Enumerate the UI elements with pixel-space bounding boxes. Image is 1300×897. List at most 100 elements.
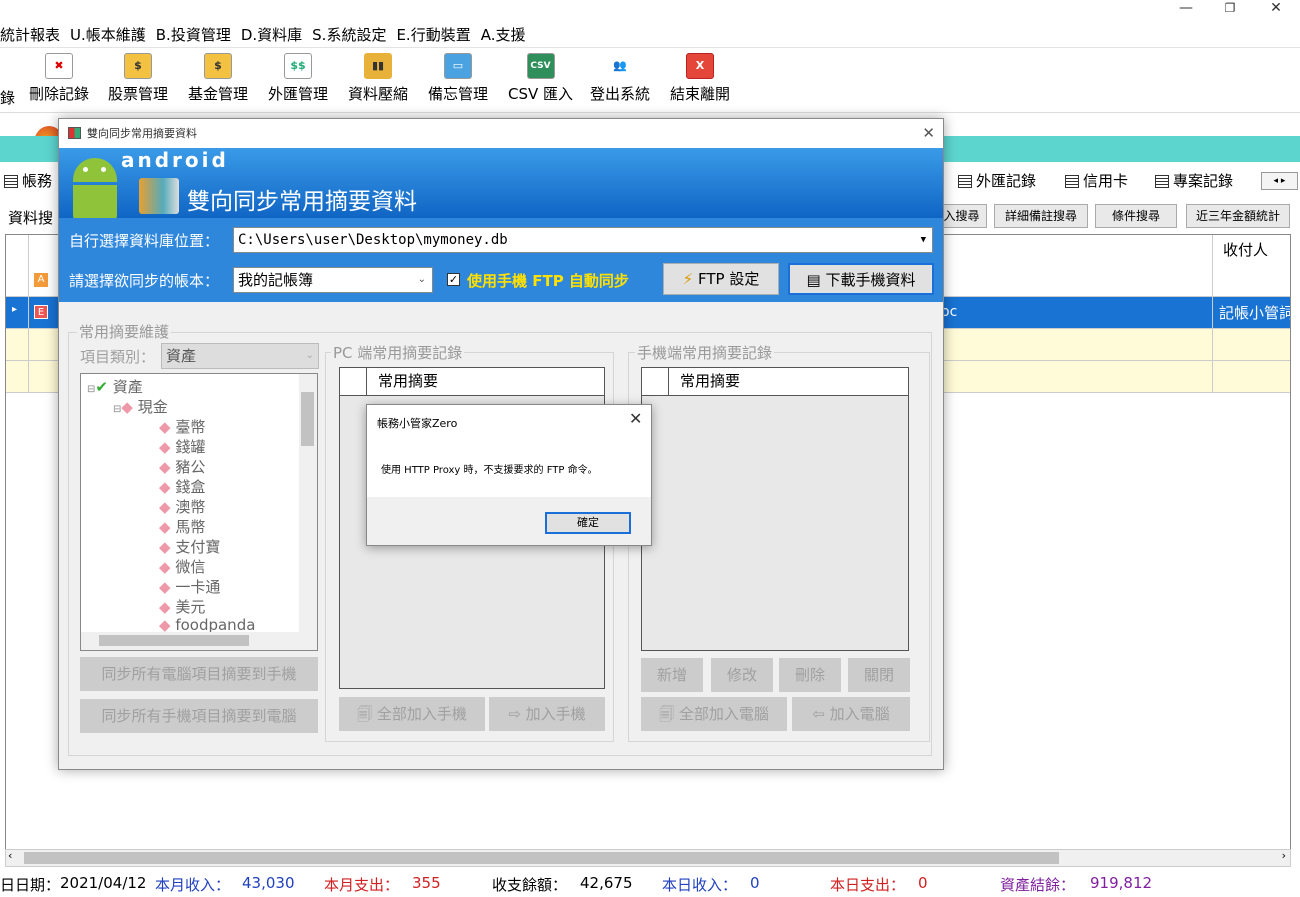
delete-button[interactable]: 刪除 (779, 658, 841, 692)
tree-node[interactable]: ◆ 豬公 (159, 456, 205, 477)
add-all-to-pc-button[interactable]: 🗐 全部加入電腦 (641, 697, 787, 731)
logout-button[interactable]: 👥 登出系統 (590, 53, 650, 104)
db-path-combo[interactable]: C:\Users\user\Desktop\mymoney.db ▼ (233, 227, 933, 253)
category-label: 項目類別： (80, 348, 156, 366)
csv-import-button[interactable]: CSV CSV 匯入 (508, 53, 573, 104)
add-all-to-phone-button[interactable]: 🗐 全部加入手機 (339, 697, 485, 731)
scroll-thumb[interactable] (24, 852, 1059, 864)
sync-pc-to-phone-button[interactable]: 同步所有電腦項目摘要到手機 (80, 657, 318, 691)
close-button[interactable]: 關閉 (848, 658, 910, 692)
menu-bar: 統計報表 U.帳本維護 B.投資管理 D.資料庫 S.系統設定 E.行動裝置 A.支援 (0, 20, 1300, 48)
chevron-down-icon: ▼ (920, 235, 926, 245)
status-bar: 日日期： 2021/04/12 本月收入： 43,030 本月支出： 355 收… (0, 872, 1300, 897)
maximize-button[interactable]: ❐ (1207, 0, 1253, 20)
tab-forex[interactable]: 外匯記錄 (954, 168, 1036, 195)
toolbar-partial-button[interactable]: 錄 (0, 87, 15, 108)
android-robot-icon (67, 158, 123, 218)
alert-close-button[interactable]: ✕ (629, 409, 642, 428)
fund-icon: $ (204, 53, 232, 79)
chevron-down-icon: ⌄ (417, 274, 426, 285)
menu-support[interactable]: A.支援 (481, 20, 536, 45)
tree-vscrollbar[interactable] (299, 374, 317, 632)
copy-icon: 🗐 (659, 705, 679, 723)
alert-message: 使用 HTTP Proxy 時，不支援要求的 FTP 命令。 (381, 465, 598, 476)
auto-sync-label[interactable]: 使用手機 FTP 自動同步 (467, 270, 629, 291)
row-payee: 記帳小管詞 (1212, 297, 1290, 328)
ok-button[interactable]: 確定 (545, 512, 631, 534)
alert-footer: 確定 (367, 497, 651, 545)
col-summary-header[interactable]: 常用摘要 (340, 368, 604, 396)
minimize-button[interactable]: — (1163, 0, 1209, 20)
new-button[interactable]: 新增 (641, 658, 703, 692)
ftp-settings-button[interactable]: ⚡ FTP 設定 (663, 263, 779, 295)
tree-node[interactable]: ◆ 美元 (159, 596, 205, 617)
error-alert-dialog: 帳務小管家Zero ✕ 使用 HTTP Proxy 時，不支援要求的 FTP 命… (366, 404, 652, 546)
memo-button[interactable]: ▭ 備忘管理 (428, 53, 488, 104)
tab-projects[interactable]: 專案記錄 (1151, 168, 1233, 195)
col-summary-header[interactable]: 常用摘要 (642, 368, 908, 396)
stock-button[interactable]: $ 股票管理 (108, 53, 168, 104)
three-year-stats-button[interactable]: 近三年金額統計 (1186, 204, 1290, 228)
menu-invest[interactable]: B.投資管理 (156, 20, 241, 45)
tree-node[interactable]: ◆ 支付寶 (159, 536, 220, 557)
auto-sync-checkbox[interactable]: ✓ (447, 273, 460, 286)
month-expense-value: 355 (412, 874, 441, 892)
list-icon: ▤ (806, 271, 826, 289)
dialog-header: android 雙向同步常用摘要資料 (59, 148, 943, 218)
add-to-pc-button[interactable]: ⇦ 加入電腦 (792, 697, 910, 731)
dialog-form-area: 自行選擇資料庫位置： C:\Users\user\Desktop\mymoney… (59, 218, 943, 302)
tree-node[interactable]: ⊟✔ 資產 (87, 376, 143, 397)
delete-icon: ✖ (45, 53, 73, 79)
day-expense-label: 本日支出： (830, 876, 906, 894)
tab-scroll-arrows[interactable]: ◂ ▸ (1261, 172, 1298, 190)
exit-button[interactable]: X 結束離開 (670, 53, 730, 104)
close-window-button[interactable]: ✕ (1253, 0, 1299, 20)
menu-report[interactable]: 統計報表 (0, 20, 70, 45)
book-label: 請選擇欲同步的帳本： (69, 272, 220, 290)
tree-node[interactable]: ◆ 錢盒 (159, 476, 205, 497)
menu-mobile[interactable]: E.行動裝置 (396, 20, 480, 45)
detail-search-button[interactable]: 詳細備註搜尋 (994, 204, 1088, 228)
fund-button[interactable]: $ 基金管理 (188, 53, 248, 104)
tab-accounts[interactable]: 帳務 (0, 168, 52, 195)
search-button[interactable]: 入搜尋 (937, 204, 987, 228)
month-income-label: 本月收入： (155, 876, 231, 894)
tree-node[interactable]: ◆ 馬幣 (159, 516, 205, 537)
tree-node[interactable]: ⊟◆ 現金 (113, 396, 168, 417)
day-income-label: 本日收入： (662, 876, 738, 894)
db-path-value: C:\Users\user\Desktop\mymoney.db (238, 232, 508, 248)
menu-database[interactable]: D.資料庫 (241, 20, 312, 45)
tree-node[interactable]: ◆ 澳幣 (159, 496, 205, 517)
balance-value: 42,675 (580, 874, 633, 892)
download-phone-button[interactable]: ▤ 下載手機資料 (788, 263, 934, 295)
toolbar: 錄 ✖ 刪除記錄 $ 股票管理 $ 基金管理 $$ 外匯管理 ▮▮ 資料壓縮 ▭ 備忘管理 … (0, 49, 1300, 113)
sync-phone-to-pc-button[interactable]: 同步所有手機項目摘要到電腦 (80, 699, 318, 733)
delete-record-button[interactable]: ✖ 刪除記錄 (29, 53, 89, 104)
tree-hscrollbar[interactable] (81, 632, 317, 650)
dialog-close-button[interactable]: ✕ (922, 119, 935, 148)
tab-credit-card[interactable]: 信用卡 (1061, 168, 1128, 195)
tree-node[interactable]: ◆ 微信 (159, 556, 205, 577)
db-path-label: 自行選擇資料庫位置： (69, 232, 220, 250)
edit-button[interactable]: 修改 (711, 658, 773, 692)
phone-summary-list[interactable]: 常用摘要 (641, 367, 909, 651)
menu-settings[interactable]: S.系統設定 (312, 20, 396, 45)
category-tree[interactable]: ⊟✔ 資產 ⊟◆ 現金 ◆ 臺幣 ◆ 錢罐 ◆ 豬公 ◆ 錢盒 ◆ 澳幣 ◆ 馬… (80, 373, 318, 651)
tree-node[interactable]: ◆ 一卡通 (159, 576, 220, 597)
memo-icon: ▭ (444, 53, 472, 79)
tree-node[interactable]: ◆ 臺幣 (159, 416, 205, 437)
compress-button[interactable]: ▮▮ 資料壓縮 (348, 53, 408, 104)
csv-icon: CSV (526, 53, 555, 79)
row-pointer-icon: ▸ (12, 304, 18, 315)
menu-ledger[interactable]: U.帳本維護 (70, 20, 156, 45)
grid-horizontal-scrollbar[interactable]: ‹ › (5, 849, 1291, 867)
tree-node[interactable]: ◆ 錢罐 (159, 436, 205, 457)
condition-search-button[interactable]: 條件搜尋 (1095, 204, 1177, 228)
dialog-heading: 雙向同步常用摘要資料 (187, 189, 417, 215)
add-to-phone-button[interactable]: ⇨ 加入手機 (489, 697, 605, 731)
forex-button[interactable]: $$ 外匯管理 (268, 53, 328, 104)
book-select[interactable]: 我的記帳簿 ⌄ (233, 267, 433, 293)
exit-icon: X (686, 53, 714, 79)
category-select[interactable]: 資產 ⌄ (161, 343, 319, 369)
col-payee-header[interactable]: 收付人 (1212, 235, 1290, 265)
